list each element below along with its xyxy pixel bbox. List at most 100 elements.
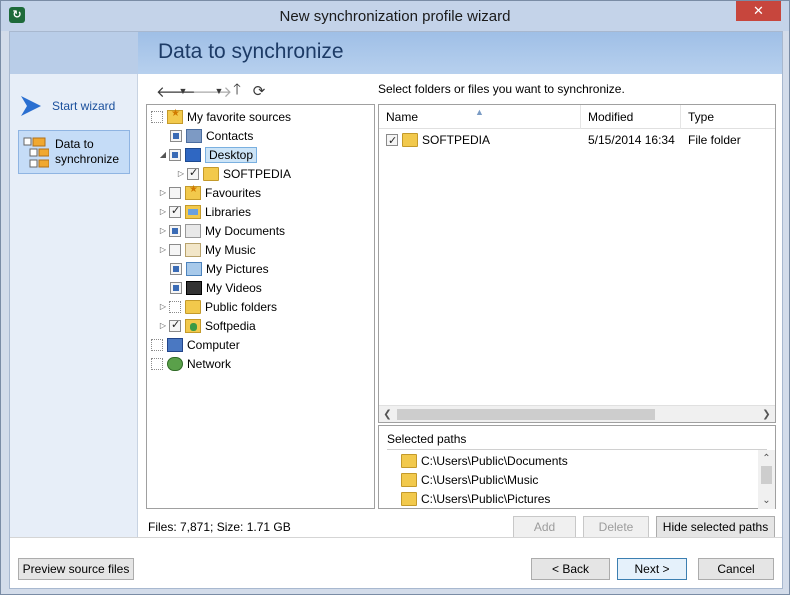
checkbox[interactable] xyxy=(169,318,181,332)
tree-item-softpedia-folder[interactable]: ▷ SOFTPEDIA xyxy=(175,164,291,183)
folder-icon xyxy=(401,453,417,468)
files-size-status: Files: 7,871; Size: 1.71 GB xyxy=(148,520,291,534)
tree-item-contacts[interactable]: Contacts xyxy=(170,126,253,145)
checkbox[interactable] xyxy=(169,148,181,161)
scroll-thumb[interactable] xyxy=(761,466,772,484)
list-item[interactable]: C:\Users\Public\Music xyxy=(401,470,538,489)
cancel-button[interactable]: Cancel xyxy=(698,558,774,580)
source-tree[interactable]: My favorite sources Contacts ◢ Desktop ▷… xyxy=(146,104,375,509)
path-text: C:\Users\Public\Pictures xyxy=(421,491,551,506)
expand-icon[interactable]: ▷ xyxy=(157,188,169,197)
checkbox[interactable] xyxy=(187,166,199,180)
next-button[interactable]: Next > xyxy=(617,558,687,580)
tree-item-favourites[interactable]: ▷ Favourites xyxy=(157,183,261,202)
tree-item-label: My Music xyxy=(205,242,256,257)
tree-item-desktop[interactable]: ◢ Desktop xyxy=(157,145,258,164)
checkbox[interactable] xyxy=(151,357,163,370)
checkbox[interactable] xyxy=(169,300,181,313)
checkbox[interactable] xyxy=(151,110,163,123)
tree-item-label: Softpedia xyxy=(205,318,256,333)
checkbox[interactable] xyxy=(170,281,182,294)
tree-item-libraries[interactable]: ▷ Libraries xyxy=(157,202,251,221)
horizontal-scrollbar[interactable]: ❮ ❯ xyxy=(379,405,775,422)
checkbox[interactable] xyxy=(151,338,163,351)
expand-icon[interactable]: ▷ xyxy=(157,245,169,254)
documents-icon xyxy=(185,223,201,238)
delete-button[interactable]: Delete xyxy=(583,516,649,538)
title-bar[interactable]: ↻ New synchronization profile wizard ✕ xyxy=(1,1,789,31)
expand-icon[interactable]: ▷ xyxy=(157,302,169,311)
tree-item-my-documents[interactable]: ▷ My Documents xyxy=(157,221,285,240)
tree-item-my-pictures[interactable]: My Pictures xyxy=(170,259,269,278)
folder-icon xyxy=(401,472,417,487)
folder-tree-icon xyxy=(23,134,50,170)
tree-item-public-folders[interactable]: ▷ Public folders xyxy=(157,297,277,316)
tree-item-label: Network xyxy=(187,356,232,371)
scroll-up-icon[interactable]: ⌃ xyxy=(758,450,775,467)
list-item[interactable]: C:\Users\Public\Documents xyxy=(401,451,568,470)
type-cell: File folder xyxy=(688,133,741,147)
tree-item-my-music[interactable]: ▷ My Music xyxy=(157,240,256,259)
column-header-modified[interactable]: Modified xyxy=(581,105,681,129)
vertical-scrollbar[interactable]: ⌃ ⌄ xyxy=(758,450,775,509)
path-text: C:\Users\Public\Documents xyxy=(421,453,568,468)
checkbox[interactable] xyxy=(169,204,181,218)
step-data-to-synchronize[interactable]: Data to synchronize xyxy=(18,130,130,174)
tree-toolbar: 🡐 ▼ 🡒 ▼ 🡑 ⟳ xyxy=(156,81,268,101)
list-item[interactable]: C:\Users\Public\Pictures xyxy=(401,489,550,508)
libraries-icon xyxy=(185,204,201,219)
selected-paths-title: Selected paths xyxy=(387,432,467,446)
favorite-folder-icon xyxy=(167,108,183,124)
tree-item-softpedia-user[interactable]: ▷ Softpedia xyxy=(157,316,256,335)
tree-item-label: Libraries xyxy=(205,204,252,219)
preview-source-files-button[interactable]: Preview source files xyxy=(18,558,134,580)
checkbox[interactable] xyxy=(386,132,398,150)
tree-item-network[interactable]: Network xyxy=(151,354,231,373)
column-header-type[interactable]: Type xyxy=(681,105,775,129)
forward-arrow-icon[interactable]: 🡒 xyxy=(192,82,232,101)
back-arrow-icon[interactable]: 🡐 xyxy=(156,82,196,101)
back-dropdown-icon[interactable]: ▼ xyxy=(178,86,188,96)
column-header-name[interactable]: ▲ Name xyxy=(379,105,581,129)
user-folder-icon xyxy=(185,318,201,333)
favorites-icon xyxy=(185,184,201,200)
column-header-label: Modified xyxy=(588,110,634,124)
tree-item-computer[interactable]: Computer xyxy=(151,335,240,354)
tree-item-label: My Documents xyxy=(205,223,286,238)
tree-item-my-favorite-sources[interactable]: My favorite sources xyxy=(151,107,291,126)
scroll-left-icon[interactable]: ❮ xyxy=(379,406,396,423)
scroll-right-icon[interactable]: ❯ xyxy=(758,406,775,423)
videos-icon xyxy=(186,280,202,295)
collapse-icon[interactable]: ◢ xyxy=(157,150,169,159)
hide-selected-paths-button[interactable]: Hide selected paths xyxy=(656,516,775,538)
back-button[interactable]: < Back xyxy=(531,558,610,580)
checkbox[interactable] xyxy=(169,243,181,256)
wizard-steps-sidebar: Start wizard Data to synchronize xyxy=(10,74,138,537)
expand-icon[interactable]: ▷ xyxy=(175,169,187,178)
add-button[interactable]: Add xyxy=(513,516,576,538)
tree-item-my-videos[interactable]: My Videos xyxy=(170,278,262,297)
tree-item-label: My Videos xyxy=(206,280,262,295)
checkbox[interactable] xyxy=(169,224,181,237)
checkbox[interactable] xyxy=(170,262,182,275)
checkbox[interactable] xyxy=(169,186,181,199)
forward-dropdown-icon[interactable]: ▼ xyxy=(214,86,224,96)
step-start-wizard[interactable]: Start wizard xyxy=(18,92,130,120)
close-button[interactable]: ✕ xyxy=(736,1,781,21)
desktop-icon xyxy=(185,147,201,162)
scroll-thumb[interactable] xyxy=(397,409,655,420)
expand-icon[interactable]: ▷ xyxy=(157,321,169,330)
page-title: Data to synchronize xyxy=(158,40,344,63)
expand-icon[interactable]: ▷ xyxy=(157,226,169,235)
expand-icon[interactable]: ▷ xyxy=(157,207,169,216)
up-arrow-icon[interactable]: 🡑 xyxy=(228,79,246,104)
refresh-icon[interactable]: ⟳ xyxy=(250,82,268,100)
checkbox[interactable] xyxy=(170,129,182,142)
pictures-icon xyxy=(186,261,202,276)
wizard-body: Data to synchronize Start wizard Data to… xyxy=(9,31,783,589)
file-list[interactable]: ▲ Name Modified Type SOFTPEDIA 5/15/2014… xyxy=(378,104,776,423)
sort-ascending-icon: ▲ xyxy=(475,107,484,117)
tree-item-label: Contacts xyxy=(206,128,254,143)
table-row[interactable]: SOFTPEDIA 5/15/2014 16:34 File folder xyxy=(379,131,775,150)
scroll-down-icon[interactable]: ⌄ xyxy=(758,492,775,509)
